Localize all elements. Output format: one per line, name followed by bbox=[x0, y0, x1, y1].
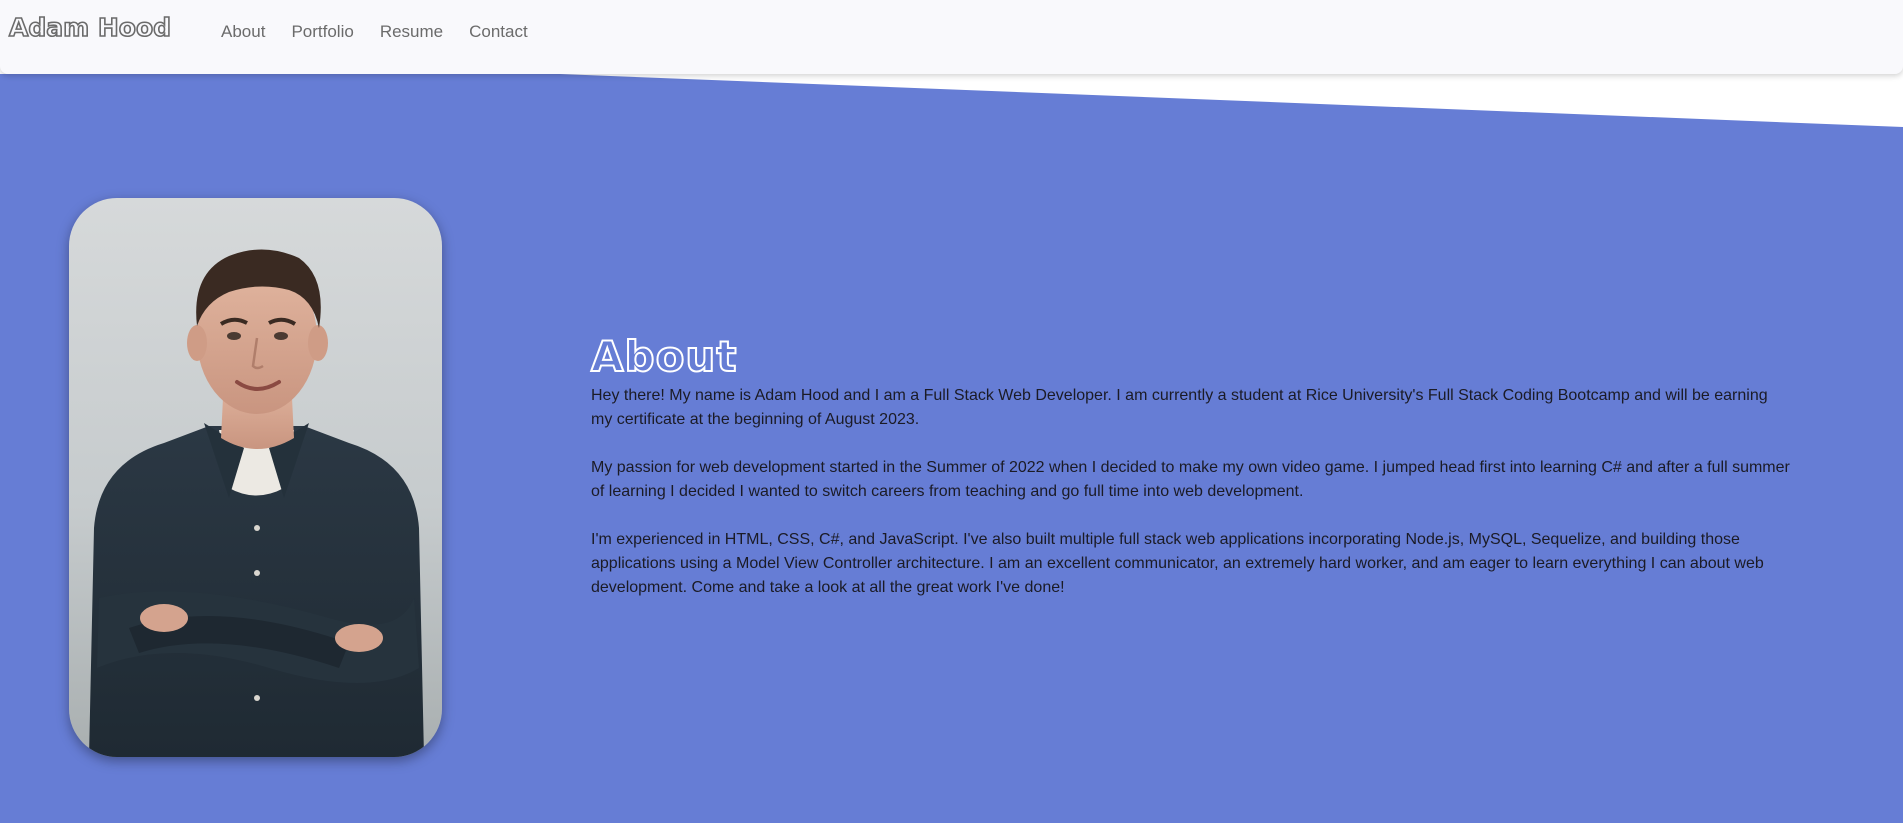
about-paragraph-passion: My passion for web development started i… bbox=[591, 459, 1790, 500]
brand-logo[interactable]: Adam Hood bbox=[8, 14, 172, 41]
nav-link-portfolio[interactable]: Portfolio bbox=[291, 21, 353, 43]
nav-link-contact[interactable]: Contact bbox=[469, 21, 528, 43]
about-paragraph-experience: I'm experienced in HTML, CSS, C#, and Ja… bbox=[591, 531, 1764, 596]
about-heading: About bbox=[590, 332, 738, 382]
about-section: About Hey there! My name is Adam Hood an… bbox=[590, 332, 1791, 624]
nav-link-resume[interactable]: Resume bbox=[380, 21, 443, 43]
profile-photo bbox=[69, 198, 442, 757]
about-paragraph-intro: Hey there! My name is Adam Hood and I am… bbox=[591, 387, 1768, 428]
nav-links: About Portfolio Resume Contact bbox=[221, 21, 554, 43]
nav-link-about[interactable]: About bbox=[221, 21, 265, 43]
navbar: Adam Hood About Portfolio Resume Contact bbox=[0, 0, 1903, 74]
